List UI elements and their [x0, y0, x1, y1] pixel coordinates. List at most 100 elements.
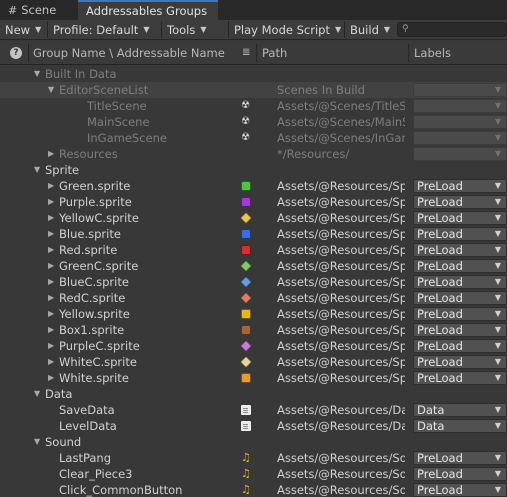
expand-arrow-icon[interactable]: ▼: [34, 66, 40, 82]
expand-arrow-icon[interactable]: ▼: [34, 162, 40, 178]
entry-row[interactable]: LastPang ♫ Assets/@Resources/Sound/LastPan…: [0, 450, 507, 466]
entry-row[interactable]: MainScene ☢ Assets/@Scenes/MainScene.unity…: [0, 114, 507, 130]
entry-row[interactable]: ▶ WhiteC.sprite Assets/@Resources/Sprite/W…: [0, 354, 507, 370]
collapse-arrow-icon[interactable]: ▶: [48, 370, 54, 386]
group-row[interactable]: ▼ Built In Data: [0, 66, 507, 82]
labels-dropdown[interactable]: PreLoad ▼: [413, 339, 507, 353]
entry-row[interactable]: SaveData Assets/@Resources/Data/SaveData.…: [0, 402, 507, 418]
entry-row[interactable]: ▼ EditorSceneList Scenes In Build ▼: [0, 82, 507, 98]
dropdown-arrow-icon: ▼: [334, 25, 342, 34]
group-row[interactable]: ▼ Data: [0, 386, 507, 402]
labels-dropdown[interactable]: PreLoad ▼: [413, 179, 507, 193]
dropdown-arrow-icon: ▼: [494, 469, 501, 478]
entry-row[interactable]: ▶ Green.sprite Assets/@Resources/Sprite/Gr…: [0, 178, 507, 194]
tab-bar: # Scene Addressables Groups: [0, 0, 507, 20]
collapse-arrow-icon[interactable]: ▶: [48, 322, 54, 338]
entry-row[interactable]: ▶ Red.sprite Assets/@Resources/Sprite/Red.…: [0, 242, 507, 258]
row-name: Blue.sprite: [59, 227, 121, 241]
collapse-arrow-icon[interactable]: ▶: [48, 194, 54, 210]
labels-dropdown[interactable]: PreLoad ▼: [413, 307, 507, 321]
entry-row[interactable]: ▶ RedC.sprite Assets/@Resources/Sprite/Red…: [0, 290, 507, 306]
new-dropdown[interactable]: New ▼: [0, 20, 47, 39]
play-mode-script-dropdown[interactable]: Play Mode Script ▼: [229, 20, 345, 39]
help-icon[interactable]: ?: [10, 47, 22, 59]
tools-label: Tools: [167, 22, 196, 37]
labels-dropdown[interactable]: PreLoad ▼: [413, 483, 507, 497]
collapse-arrow-icon[interactable]: ▶: [48, 338, 54, 354]
entry-row[interactable]: ▶ PurpleC.sprite Assets/@Resources/Sprite/…: [0, 338, 507, 354]
labels-dropdown[interactable]: Data ▼: [413, 419, 507, 433]
build-dropdown[interactable]: Build ▼: [345, 20, 393, 39]
expand-arrow-icon[interactable]: ▼: [48, 82, 54, 98]
collapse-arrow-icon[interactable]: ▶: [48, 258, 54, 274]
labels-dropdown[interactable]: PreLoad ▼: [413, 467, 507, 481]
collapse-arrow-icon[interactable]: ▶: [48, 306, 54, 322]
entry-row[interactable]: InGameScene ☢ Assets/@Scenes/InGameScene.u…: [0, 130, 507, 146]
entry-row[interactable]: Click_CommonButton ♫ Assets/@Resources/Sou…: [0, 482, 507, 497]
collapse-arrow-icon[interactable]: ▶: [48, 354, 54, 370]
labels-dropdown[interactable]: PreLoad ▼: [413, 355, 507, 369]
entry-row[interactable]: ▶ Resources */Resources/ ▼: [0, 146, 507, 162]
collapse-arrow-icon[interactable]: ▶: [48, 178, 54, 194]
row-path: Scenes In Build: [277, 83, 365, 97]
entry-row[interactable]: ▶ BlueC.sprite Assets/@Resources/Sprite/Bl…: [0, 274, 507, 290]
entry-row[interactable]: ▶ GreenC.sprite Assets/@Resources/Sprite/G…: [0, 258, 507, 274]
search-input[interactable]: ⚲: [397, 22, 507, 37]
labels-dropdown[interactable]: PreLoad ▼: [413, 243, 507, 257]
entry-row[interactable]: ▶ Purple.sprite Assets/@Resources/Sprite/P…: [0, 194, 507, 210]
collapse-arrow-icon[interactable]: ▶: [48, 242, 54, 258]
text-asset-icon: [241, 421, 251, 431]
labels-dropdown[interactable]: PreLoad ▼: [413, 451, 507, 465]
entry-row[interactable]: LevelData Assets/@Resources/Data/LevelDat…: [0, 418, 507, 434]
tools-dropdown[interactable]: Tools ▼: [162, 20, 214, 39]
entry-row[interactable]: TitleScene ☢ Assets/@Scenes/TitleScene.uni…: [0, 98, 507, 114]
expand-arrow-icon[interactable]: ▼: [34, 386, 40, 402]
labels-dropdown[interactable]: PreLoad ▼: [413, 323, 507, 337]
header-labels[interactable]: Labels: [410, 41, 507, 65]
collapse-arrow-icon[interactable]: ▶: [48, 274, 54, 290]
labels-dropdown[interactable]: PreLoad ▼: [413, 371, 507, 385]
collapse-arrow-icon[interactable]: ▶: [48, 226, 54, 242]
tab-scene-label: Scene: [21, 3, 57, 17]
entry-row[interactable]: ▶ White.sprite Assets/@Resources/Sprite/Wh…: [0, 370, 507, 386]
dropdown-arrow-icon: ▼: [494, 149, 501, 158]
labels-dropdown[interactable]: PreLoad ▼: [413, 259, 507, 273]
row-name: PurpleC.sprite: [59, 339, 140, 353]
labels-dropdown[interactable]: PreLoad ▼: [413, 291, 507, 305]
labels-dropdown[interactable]: PreLoad ▼: [413, 195, 507, 209]
labels-dropdown[interactable]: Data ▼: [413, 403, 507, 417]
dropdown-arrow-icon: ▼: [494, 485, 501, 494]
dropdown-arrow-icon: ▼: [143, 25, 150, 34]
sprite-icon: [241, 245, 251, 255]
dropdown-arrow-icon: ▼: [494, 373, 501, 382]
labels-dropdown-value: PreLoad: [417, 275, 463, 289]
sprite-icon: [241, 309, 251, 319]
tab-scene[interactable]: # Scene: [0, 0, 78, 20]
tab-addressables-groups[interactable]: Addressables Groups: [78, 0, 218, 20]
entry-row[interactable]: ▶ Blue.sprite Assets/@Resources/Sprite/Blu…: [0, 226, 507, 242]
dropdown-arrow-icon: ▼: [494, 357, 501, 366]
entry-row[interactable]: ▶ YellowC.sprite Assets/@Resources/Sprite/…: [0, 210, 507, 226]
row-path: Assets/@Resources/Sprite/Yellow.png: [277, 307, 405, 321]
collapse-arrow-icon[interactable]: ▶: [48, 146, 54, 162]
collapse-arrow-icon[interactable]: ▶: [48, 210, 54, 226]
entry-row[interactable]: ▶ Yellow.sprite Assets/@Resources/Sprite/Y…: [0, 306, 507, 322]
asset-type-column-icon: ≣: [242, 47, 251, 58]
labels-dropdown-value: PreLoad: [417, 291, 463, 305]
row-name: YellowC.sprite: [59, 211, 139, 225]
labels-dropdown[interactable]: PreLoad ▼: [413, 227, 507, 241]
group-row[interactable]: ▼ Sprite: [0, 162, 507, 178]
labels-dropdown-value: PreLoad: [417, 259, 463, 273]
row-name: GreenC.sprite: [59, 259, 139, 273]
group-row[interactable]: ▼ Sound: [0, 434, 507, 450]
expand-arrow-icon[interactable]: ▼: [34, 434, 40, 450]
sprite-icon: [241, 197, 251, 207]
header-path[interactable]: Path: [258, 41, 406, 65]
profile-dropdown[interactable]: Profile: Default ▼: [48, 20, 161, 39]
labels-dropdown[interactable]: PreLoad ▼: [413, 275, 507, 289]
collapse-arrow-icon[interactable]: ▶: [48, 290, 54, 306]
header-group-name[interactable]: Group Name \ Addressable Name: [29, 41, 237, 65]
labels-dropdown[interactable]: PreLoad ▼: [413, 211, 507, 225]
entry-row[interactable]: Clear_Piece3 ♫ Assets/@Resources/Sound/Cle…: [0, 466, 507, 482]
entry-row[interactable]: ▶ Box1.sprite Assets/@Resources/Sprite/Box…: [0, 322, 507, 338]
